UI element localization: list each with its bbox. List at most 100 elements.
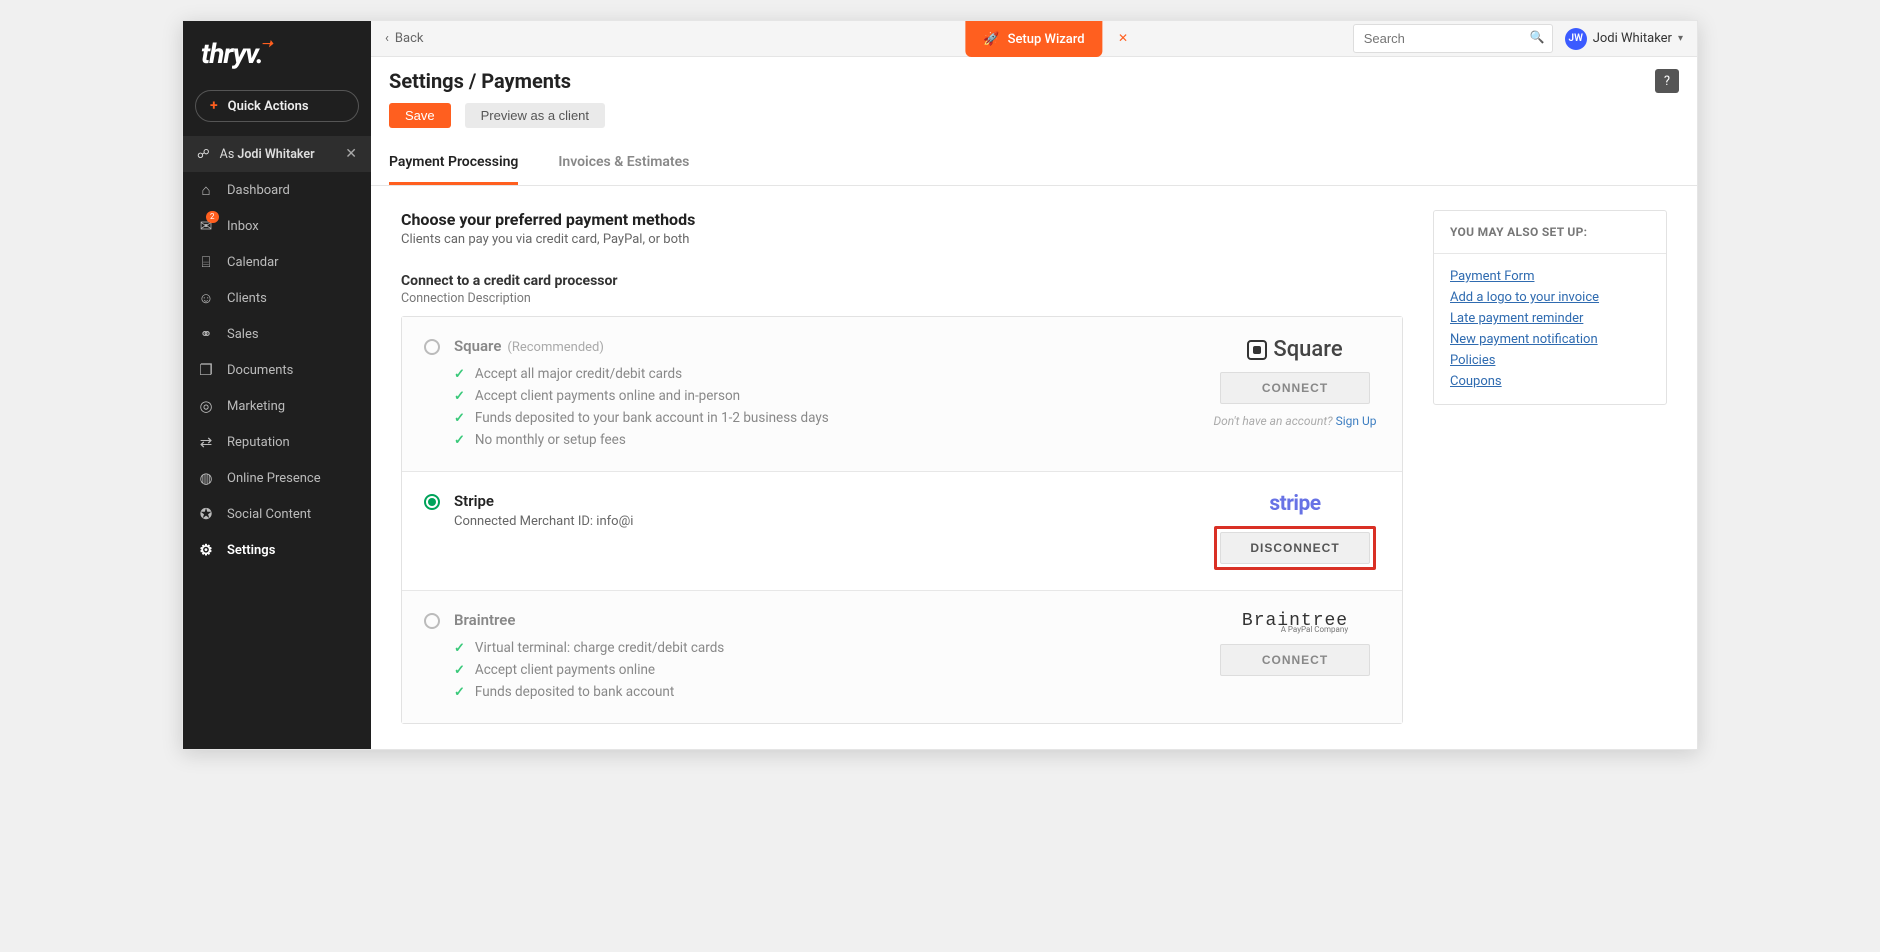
square-right: Square CONNECT Don't have an account? Si…: [1210, 337, 1380, 428]
sidebar-item-clients[interactable]: ☺ Clients: [183, 280, 371, 316]
setup-link[interactable]: Policies: [1450, 350, 1650, 371]
sidebar: thryv. ➝ + Quick Actions ☍ As Jodi Whita…: [183, 21, 371, 749]
feature-text: Virtual terminal: charge credit/debit ca…: [475, 640, 724, 656]
sidebar-item-online-presence[interactable]: ◍Online Presence: [183, 460, 371, 496]
radio-braintree[interactable]: [424, 613, 440, 629]
square-signup-link[interactable]: Sign Up: [1336, 414, 1377, 428]
settings-icon: ⚙: [197, 541, 215, 559]
topbar: ‹ Back 🚀 Setup Wizard ✕ 🔍 JW Jodi Whitak…: [371, 21, 1697, 57]
sidebar-item-label: Marketing: [227, 399, 285, 414]
setup-link[interactable]: New payment notification: [1450, 329, 1650, 350]
radio-stripe[interactable]: [424, 494, 440, 510]
setup-link[interactable]: Payment Form: [1450, 266, 1650, 287]
sidebar-item-marketing[interactable]: ◎Marketing: [183, 388, 371, 424]
avatar: JW: [1565, 28, 1587, 50]
feature-text: Funds deposited to your bank account in …: [475, 410, 829, 426]
feature-text: Accept client payments online: [475, 662, 655, 678]
tab-invoices-estimates[interactable]: Invoices & Estimates: [558, 142, 689, 185]
square-name: Square(Recommended): [454, 337, 1196, 355]
social-content-icon: ✪: [197, 505, 215, 523]
connect-heading: Connect to a credit card processor: [401, 273, 1403, 289]
stripe-logo: stripe: [1269, 492, 1320, 516]
braintree-logo: Braintree A PayPal Company: [1242, 611, 1348, 634]
setup-link[interactable]: Late payment reminder: [1450, 308, 1650, 329]
section-subtitle: Clients can pay you via credit card, Pay…: [401, 232, 1403, 247]
feature-item: ✓ Virtual terminal: charge credit/debit c…: [454, 637, 1196, 659]
search-input[interactable]: [1353, 24, 1553, 53]
feature-text: Funds deposited to bank account: [475, 684, 674, 700]
square-connect-button[interactable]: CONNECT: [1220, 372, 1370, 404]
setup-suggestions-box: YOU MAY ALSO SET UP: Payment FormAdd a l…: [1433, 210, 1667, 405]
chevron-down-icon: ▾: [1678, 33, 1683, 44]
logo-text: thryv: [201, 37, 256, 70]
braintree-name: Braintree: [454, 611, 1196, 629]
radio-square[interactable]: [424, 339, 440, 355]
processor-square: Square(Recommended) ✓ Accept all major cr…: [402, 317, 1402, 472]
save-button[interactable]: Save: [389, 103, 451, 128]
sidebar-item-settings[interactable]: ⚙Settings: [183, 532, 371, 568]
left-column: Choose your preferred payment methods Cl…: [401, 210, 1403, 725]
check-icon: ✓: [454, 433, 465, 448]
sidebar-item-inbox[interactable]: ✉Inbox2: [183, 208, 371, 244]
sidebar-item-label: Documents: [227, 363, 293, 378]
user-name: Jodi Whitaker: [1593, 31, 1672, 46]
back-label: Back: [395, 31, 424, 46]
help-button[interactable]: ?: [1655, 69, 1679, 93]
feature-item: ✓ Accept client payments online: [454, 659, 1196, 681]
tabs: Payment Processing Invoices & Estimates: [371, 142, 1697, 186]
chevron-left-icon: ‹: [385, 31, 389, 46]
tab-payment-processing[interactable]: Payment Processing: [389, 142, 518, 185]
main-area: ‹ Back 🚀 Setup Wizard ✕ 🔍 JW Jodi Whitak…: [371, 21, 1697, 749]
sidebar-item-dashboard[interactable]: ⌂Dashboard: [183, 172, 371, 208]
impersonate-banner[interactable]: ☍ As Jodi Whitaker ✕: [183, 136, 371, 172]
preview-as-client-button[interactable]: Preview as a client: [465, 103, 605, 128]
nav-badge: 2: [206, 211, 219, 223]
check-icon: ✓: [454, 641, 465, 656]
clients-icon: ☺: [197, 289, 215, 307]
plus-icon: +: [210, 98, 218, 114]
stripe-disconnect-button[interactable]: DISCONNECT: [1220, 532, 1370, 564]
content-area: Choose your preferred payment methods Cl…: [371, 186, 1697, 749]
sidebar-item-sales[interactable]: ⚭Sales: [183, 316, 371, 352]
section-title: Choose your preferred payment methods: [401, 210, 1403, 229]
check-icon: ✓: [454, 663, 465, 678]
feature-text: Accept all major credit/debit cards: [475, 366, 682, 382]
setup-link[interactable]: Add a logo to your invoice: [1450, 287, 1650, 308]
rocket-icon: 🚀: [983, 32, 999, 47]
square-signup: Don't have an account? Sign Up: [1213, 414, 1376, 428]
stripe-merchant-id: Connected Merchant ID: info@i: [454, 514, 1196, 529]
sidebar-item-social-content[interactable]: ✪ Social Content: [183, 496, 371, 532]
setup-link[interactable]: Coupons: [1450, 371, 1650, 392]
check-icon: ✓: [454, 389, 465, 404]
sidebar-item-label: Clients: [227, 291, 267, 306]
user-menu[interactable]: JW Jodi Whitaker ▾: [1565, 28, 1683, 50]
app-frame: thryv. ➝ + Quick Actions ☍ As Jodi Whita…: [182, 20, 1698, 750]
sidebar-item-label: Sales: [227, 327, 259, 342]
back-link[interactable]: ‹ Back: [385, 31, 423, 46]
app-logo: thryv. ➝: [183, 21, 371, 82]
braintree-right: Braintree A PayPal Company CONNECT: [1210, 611, 1380, 676]
quick-actions-button[interactable]: + Quick Actions: [195, 90, 359, 122]
topbar-right: 🔍 JW Jodi Whitaker ▾: [1353, 24, 1683, 53]
disconnect-highlight: DISCONNECT: [1214, 526, 1376, 570]
square-logo: Square: [1247, 337, 1342, 362]
quick-actions-label: Quick Actions: [228, 99, 309, 114]
person-icon: ☍: [197, 146, 210, 162]
sidebar-item-reputation[interactable]: ⇄Reputation: [183, 424, 371, 460]
sidebar-item-label: Social Content: [227, 507, 311, 522]
documents-icon: ❐: [197, 361, 215, 379]
sidebar-item-documents[interactable]: ❐ Documents: [183, 352, 371, 388]
sidebar-item-label: Reputation: [227, 435, 290, 450]
close-icon[interactable]: ✕: [345, 146, 357, 162]
feature-item: ✓Funds deposited to your bank account in…: [454, 407, 1196, 429]
page-header-row: Settings / Payments ?: [371, 57, 1697, 103]
braintree-connect-button[interactable]: CONNECT: [1220, 644, 1370, 676]
square-info: Square(Recommended) ✓ Accept all major cr…: [454, 337, 1196, 451]
sidebar-item-calendar[interactable]: ⌸Calendar: [183, 244, 371, 280]
sidebar-item-label: Calendar: [227, 255, 279, 270]
setup-wizard-badge[interactable]: 🚀 Setup Wizard: [965, 21, 1102, 57]
check-icon: ✓: [454, 367, 465, 382]
page-title: Settings / Payments: [389, 69, 571, 93]
wizard-close-icon[interactable]: ✕: [1118, 31, 1128, 45]
action-row: Save Preview as a client: [371, 103, 1697, 142]
